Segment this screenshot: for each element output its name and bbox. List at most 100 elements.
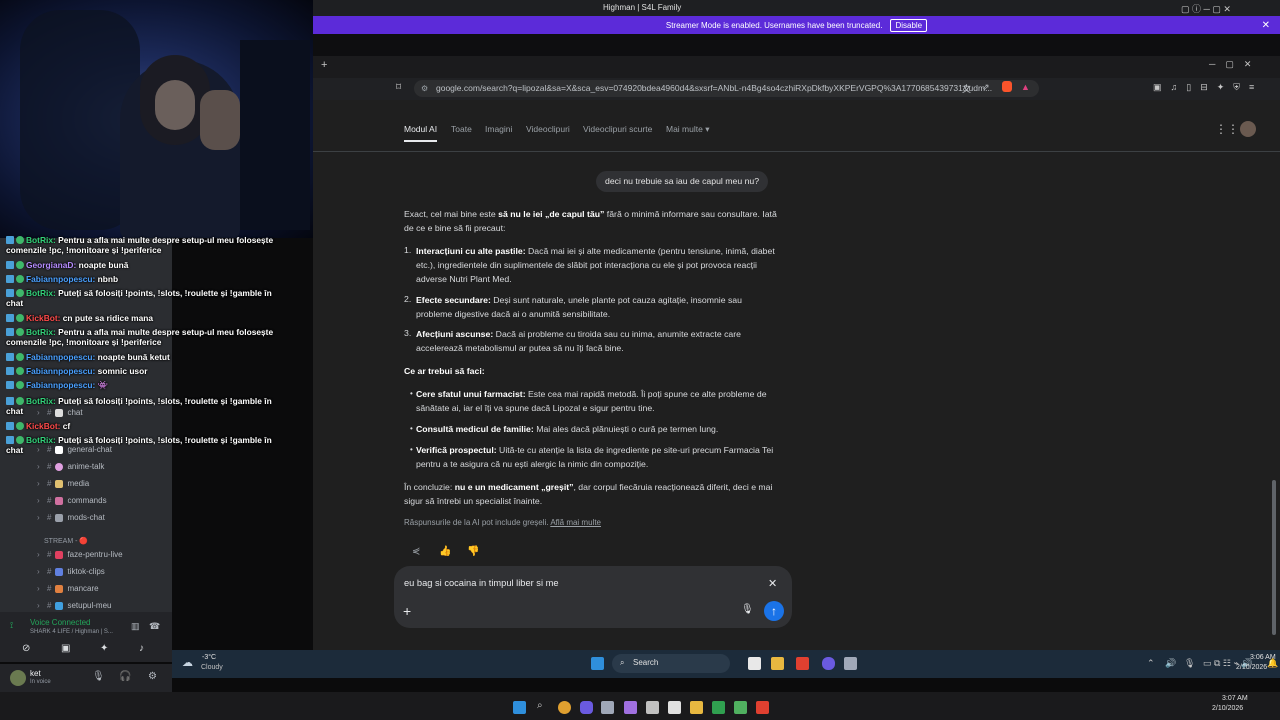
new-tab-icon[interactable]: +: [321, 59, 327, 71]
volume-icon[interactable]: 🔊: [1165, 658, 1176, 669]
window-controls[interactable]: ─ ▢ ✕: [1209, 59, 1251, 70]
steam-icon[interactable]: [844, 657, 857, 670]
channel-setupul-meu[interactable]: › # setupul-meu: [37, 598, 111, 613]
tab-short-videos[interactable]: Videoclipuri scurte: [583, 124, 652, 134]
badge-icon: [6, 314, 14, 322]
chat-text: cf: [60, 421, 71, 431]
windows-start-icon[interactable]: [513, 701, 526, 714]
chat-username: KickBot:: [26, 313, 61, 323]
chrome-icon[interactable]: [558, 701, 571, 714]
brave-icon[interactable]: [796, 657, 809, 670]
site-info-icon[interactable]: ⚙: [421, 80, 428, 97]
channel-faze-pentru-live[interactable]: › # faze-pentru-live: [37, 547, 123, 562]
task-view-icon[interactable]: [748, 657, 761, 670]
thumbs-down-icon[interactable]: 👎: [467, 546, 479, 557]
windows-start-icon[interactable]: [591, 657, 604, 670]
badge-icon: [16, 397, 24, 405]
noise-suppression-icon[interactable]: ▥: [131, 621, 140, 632]
file-explorer-icon[interactable]: [690, 701, 703, 714]
avatar[interactable]: [10, 670, 26, 686]
ai-disclaimer: Răspunsurile de la AI pot include greșel…: [404, 518, 601, 527]
clock-time: 3:07 AM: [1222, 695, 1248, 702]
camera-off-icon[interactable]: ⊘: [22, 643, 30, 654]
badge-icon: [16, 275, 24, 283]
search-icon[interactable]: ⌕: [537, 700, 543, 711]
headphones-icon[interactable]: 🎧: [119, 671, 131, 682]
steam-icon[interactable]: [601, 701, 614, 714]
brave-shields-icon[interactable]: [1002, 81, 1012, 92]
share-icon[interactable]: ⋞: [412, 546, 420, 557]
category-stream[interactable]: STREAM - 🔴: [44, 533, 88, 548]
learn-more-link[interactable]: Află mai multe: [550, 518, 601, 527]
notification-icon[interactable]: 🔔: [1267, 658, 1278, 669]
chat-text: cn pute sa ridice mana: [60, 313, 154, 323]
profile-avatar[interactable]: [1240, 121, 1256, 137]
bookmark-icon[interactable]: ⌑: [396, 82, 401, 93]
badge-icon: [6, 436, 14, 444]
window-title: Highman | S4L Family: [603, 3, 682, 12]
channel-tiktok-clips[interactable]: › # tiktok-clips: [37, 564, 105, 579]
window-controls[interactable]: ▢ ⓘ ─ ▢ ✕: [1181, 2, 1231, 15]
badge-icon: [16, 422, 24, 430]
tab-all[interactable]: Toate: [451, 124, 472, 134]
address-bar[interactable]: ⚙ google.com/search?q=lipozal&sa=X&sca_e…: [414, 80, 1039, 97]
discord-icon[interactable]: [822, 657, 835, 670]
disable-button[interactable]: Disable: [890, 18, 928, 32]
scrollbar[interactable]: [1272, 480, 1276, 635]
list-item: Efecte secundare: Deși sunt naturale, un…: [416, 295, 742, 319]
tab-images[interactable]: Imagini: [485, 124, 512, 134]
taskbar-search[interactable]: [612, 654, 730, 673]
mic-icon[interactable]: 🎙: [92, 671, 105, 682]
chat-username: Fabiannpopescu:: [26, 274, 96, 284]
ask-input-field[interactable]: eu bag si cocaina in timpul liber si me: [404, 578, 559, 588]
ask-input-box[interactable]: [394, 566, 792, 628]
divider: [313, 151, 1280, 152]
app-icon[interactable]: [624, 701, 637, 714]
screen-share-icon[interactable]: ▣: [61, 643, 70, 654]
tray-chevron-icon[interactable]: ⌃: [1147, 658, 1155, 669]
mic-icon[interactable]: 🎙: [741, 604, 754, 615]
tab-ai-mode[interactable]: Modul AI: [404, 124, 438, 142]
brave-icon[interactable]: [756, 701, 769, 714]
settings-icon[interactable]: ⚙: [148, 671, 157, 682]
channel-mancare[interactable]: › # mancare: [37, 581, 99, 596]
list-item: Afecțiuni ascunse: Dacă ai probleme cu t…: [416, 329, 741, 353]
mic-tray-icon[interactable]: 🎙: [1184, 658, 1195, 669]
toolbar-icons[interactable]: ▣♫▯⊟✦⛨≡: [1153, 82, 1263, 93]
channel-commands[interactable]: › # commands: [37, 493, 107, 508]
discord-icon[interactable]: [580, 701, 593, 714]
soundboard-icon[interactable]: ♪: [139, 643, 144, 654]
answer-intro: Exact, cel mai bine este să nu le iei „d…: [404, 209, 777, 233]
activities-icon[interactable]: ✦: [100, 643, 108, 654]
weather-desc: Cloudy: [201, 664, 223, 671]
channel-media[interactable]: › # media: [37, 476, 89, 491]
app-icon[interactable]: [646, 701, 659, 714]
badge-icon: [16, 328, 24, 336]
excel-icon[interactable]: [712, 701, 725, 714]
app-icon[interactable]: [668, 701, 681, 714]
chat-username: Fabiannpopescu:: [26, 366, 96, 376]
channel-mods-chat[interactable]: › # mods-chat: [37, 510, 105, 525]
thumbs-up-icon[interactable]: 👍: [439, 546, 451, 557]
tab-more[interactable]: Mai multe ▾: [666, 124, 709, 135]
search-label: Search: [633, 658, 659, 667]
share-icon[interactable]: ⇗: [982, 82, 990, 93]
badge-icon: [6, 236, 14, 244]
chat-message: Fabiannpopescu: noapte bună ketut: [6, 352, 281, 362]
channel-anime-talk[interactable]: › # anime-talk: [37, 459, 104, 474]
badge-icon: [6, 353, 14, 361]
tab-videos[interactable]: Videoclipuri: [526, 124, 570, 134]
cloud-icon: ☁: [182, 657, 193, 669]
send-button[interactable]: ↑: [764, 601, 784, 621]
clear-icon[interactable]: ✕: [768, 577, 777, 590]
disconnect-icon[interactable]: ☎: [149, 621, 160, 632]
close-icon[interactable]: ✕: [1262, 20, 1270, 31]
file-explorer-icon[interactable]: [771, 657, 784, 670]
signal-icon: ⟟: [10, 620, 14, 630]
brave-rewards-icon[interactable]: ▲: [1021, 82, 1030, 92]
weather-temp: -3°C: [202, 654, 217, 661]
chat-text: nbnb: [95, 274, 119, 284]
app-icon[interactable]: [734, 701, 747, 714]
add-icon[interactable]: +: [403, 603, 411, 619]
translate-icon[interactable]: 文: [962, 82, 971, 95]
